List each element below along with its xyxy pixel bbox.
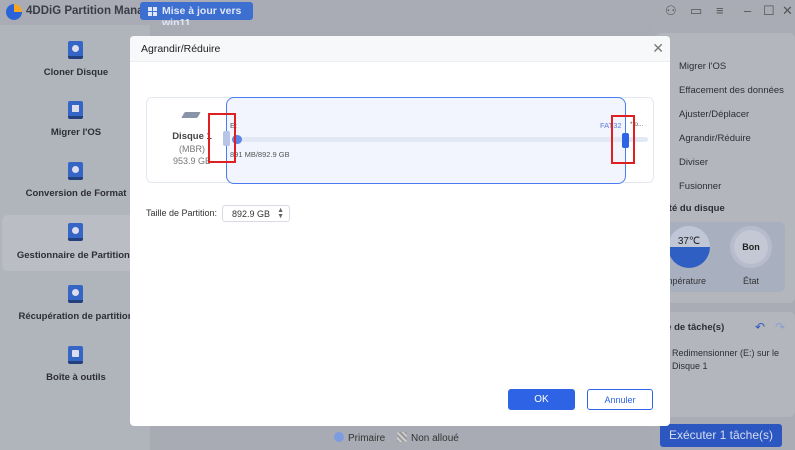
action-merge[interactable]: Fusionner [679, 181, 721, 192]
feedback-icon[interactable]: ▭ [690, 3, 702, 19]
undo-icon[interactable]: ↶ [755, 320, 765, 334]
execute-tasks-button[interactable]: Exécuter 1 tâche(s) [660, 424, 782, 447]
sidebar-item-label: Conversion de Format [25, 188, 127, 199]
state-gauge: Bon [730, 226, 772, 268]
convert-icon [68, 162, 83, 180]
task-list-title: te de tâche(s) [663, 322, 725, 333]
resize-dialog: Agrandir/Réduire ✕ Disque 1 (MBR) 953.9 … [130, 36, 670, 426]
clone-icon [68, 41, 83, 59]
sidebar-item-label: Boîte à outils [46, 372, 106, 383]
sidebar-item-partition-manager[interactable]: Gestionnaire de Partitions [2, 215, 150, 271]
windows-icon [148, 7, 157, 16]
primary-swatch [334, 432, 344, 442]
dialog-header: Agrandir/Réduire ✕ [130, 36, 670, 62]
sidebar: Cloner Disque Migrer l'OS Conversion de … [0, 25, 150, 450]
partition-size-label: Taille de Partition: [146, 208, 218, 218]
sidebar-item-label: Récupération de partition [18, 311, 134, 322]
redo-icon[interactable]: ↷ [775, 320, 785, 334]
spinner-arrows-icon[interactable]: ▲ ▼ [277, 207, 284, 220]
cancel-button[interactable]: Annuler [587, 389, 653, 410]
task-list-panel: te de tâche(s) ↶ ↷ Redimensionner (E:) s… [655, 312, 795, 417]
action-resize-move[interactable]: Ajuster/Déplacer [679, 109, 749, 120]
minimize-icon[interactable]: – [744, 3, 751, 18]
sidebar-item-label: Migrer l'OS [50, 127, 102, 138]
menu-icon[interactable]: ≡ [716, 3, 724, 18]
recovery-icon [68, 285, 83, 303]
legend-primary-label: Primaire [348, 433, 386, 444]
sidebar-item-migrate-os[interactable]: Migrer l'OS [2, 101, 150, 157]
dialog-close-icon[interactable]: ✕ [652, 40, 664, 57]
task-item: Redimensionner (E:) sur le Disque 1 [672, 348, 780, 371]
ok-button[interactable]: OK [508, 389, 575, 410]
disk-health-title: nté du disque [663, 203, 725, 214]
sidebar-item-partition-recovery[interactable]: Récupération de partition [2, 285, 150, 341]
sidebar-item-clone-disk[interactable]: Cloner Disque [2, 41, 150, 97]
migrate-os-icon [68, 101, 83, 119]
partition-usage-track [232, 137, 648, 142]
highlight-left-handle [208, 113, 236, 163]
action-wipe-data[interactable]: Effacement des données [679, 85, 784, 96]
disk-icon [181, 112, 201, 118]
action-extend-shrink[interactable]: Agrandir/Réduire [679, 133, 751, 144]
partition-size-value: 892.9 GB [232, 209, 271, 219]
unallocated-swatch [397, 432, 407, 442]
legend-unallocated-label: Non alloué [411, 433, 459, 444]
user-icon[interactable]: ⚇ [665, 3, 677, 19]
update-win11-button[interactable]: Mise à jour vers win11 [140, 2, 253, 29]
sidebar-item-toolbox[interactable]: Boîte à outils [2, 346, 150, 402]
app-logo-icon [6, 4, 22, 20]
title-bar: 4DDiG Partition Manager Mise à jour vers… [0, 0, 795, 29]
temperature-gauge: 37℃ [668, 226, 710, 268]
sidebar-item-format-conversion[interactable]: Conversion de Format [2, 162, 150, 218]
dialog-title: Agrandir/Réduire [141, 43, 221, 55]
toolbox-icon [68, 346, 83, 364]
temperature-value: 37℃ [677, 236, 701, 247]
sidebar-item-label: Gestionnaire de Partitions [16, 250, 136, 261]
action-split[interactable]: Diviser [679, 157, 708, 168]
partition-icon [68, 223, 83, 241]
partition-size-input[interactable]: 892.9 GB ▲ ▼ [222, 205, 290, 222]
sidebar-item-label: Cloner Disque [43, 67, 109, 78]
close-icon[interactable]: ✕ [782, 3, 793, 19]
legend-unallocated: Non alloué [397, 432, 459, 444]
state-label: État [743, 276, 760, 286]
state-value: Bon [742, 242, 760, 252]
legend-primary: Primaire [334, 432, 385, 444]
highlight-right-handle [611, 115, 635, 164]
action-migrate-os[interactable]: Migrer l'OS [679, 61, 726, 72]
maximize-icon[interactable]: ☐ [763, 3, 775, 19]
partition-usage: 891 MB/892.9 GB [230, 150, 290, 159]
